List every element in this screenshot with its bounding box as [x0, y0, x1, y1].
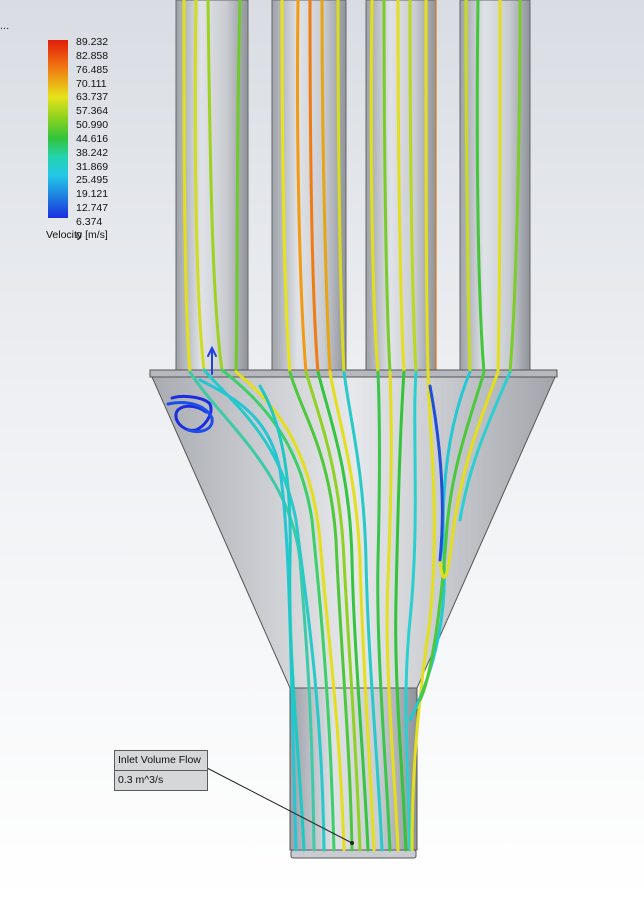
legend-tick: 6.374 — [76, 215, 103, 228]
legend-tick: 76.485 — [76, 63, 109, 76]
legend-tick: 19.121 — [76, 188, 109, 201]
legend-title: Velocity [m/s] — [46, 229, 108, 241]
legend-tick: 38.242 — [76, 146, 109, 159]
legend-tick-labels: 89.232 82.858 76.485 70.111 63.737 57.36… — [76, 36, 108, 244]
legend-tick: 31.869 — [76, 160, 109, 173]
legend-color-bar — [48, 40, 68, 218]
inlet-volume-flow-callout[interactable]: Inlet Volume Flow 0.3 m^3/s — [114, 750, 208, 791]
legend-tick: 50.990 — [76, 119, 109, 132]
legend-tick: 89.232 — [76, 36, 109, 48]
legend-tick: 12.747 — [76, 202, 109, 215]
legend-tick: 70.111 — [76, 77, 107, 90]
callout-anchor-point — [350, 841, 354, 845]
callout-value: 0.3 m^3/s — [115, 770, 207, 790]
legend-tick: 25.495 — [76, 174, 109, 187]
legend-tick: 44.616 — [76, 132, 109, 145]
legend-tick: 82.858 — [76, 49, 109, 62]
callout-label: Inlet Volume Flow — [118, 754, 201, 766]
legend-tick: 63.737 — [76, 91, 109, 104]
legend-tick: 57.364 — [76, 105, 109, 118]
